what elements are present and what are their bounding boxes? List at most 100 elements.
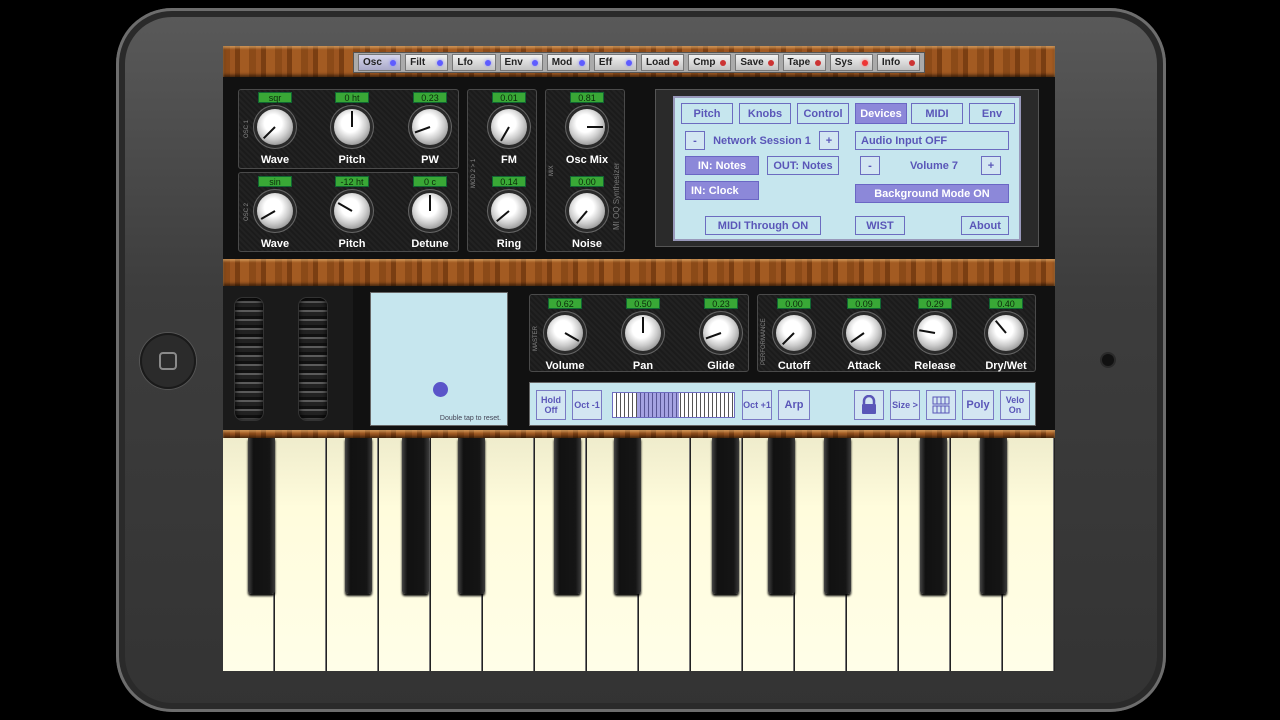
master-pan-value: 0.50 — [626, 298, 660, 309]
perf-attack-dial[interactable] — [846, 315, 882, 351]
osc1-wave-value: sqr — [258, 92, 292, 103]
arp-button[interactable]: Arp — [778, 390, 810, 420]
white-key[interactable] — [275, 438, 326, 671]
perf-attack-knob[interactable]: 0.09 Attack — [829, 298, 899, 380]
menu-mod-button[interactable]: Mod — [546, 54, 590, 71]
in-notes-button[interactable]: IN: Notes — [685, 156, 759, 175]
black-key[interactable] — [248, 438, 275, 594]
white-key[interactable] — [1003, 438, 1054, 671]
mix-noise-dial[interactable] — [569, 193, 605, 229]
menu-tape-button[interactable]: Tape — [782, 54, 826, 71]
osc2-wave-knob[interactable]: sin Wave — [240, 176, 310, 258]
osc1-wave-dial[interactable] — [257, 109, 293, 145]
octave-down-button[interactable]: Oct -1 — [572, 390, 602, 420]
home-button[interactable] — [140, 333, 196, 389]
black-key[interactable] — [345, 438, 372, 594]
perf-drywet-knob[interactable]: 0.40 Dry/Wet — [971, 298, 1041, 380]
mod-fm-dial[interactable] — [491, 109, 527, 145]
out-notes-button[interactable]: OUT: Notes — [767, 156, 839, 175]
perf-release-dial[interactable] — [917, 315, 953, 351]
white-key[interactable] — [639, 438, 690, 671]
osc2-wave-dial[interactable] — [257, 193, 293, 229]
osc1-pitch-knob[interactable]: 0 ht Pitch — [317, 92, 387, 174]
osc2-pitch-dial[interactable] — [334, 193, 370, 229]
volume-minus-button[interactable]: - — [860, 156, 880, 175]
volume-plus-button[interactable]: + — [981, 156, 1001, 175]
black-key[interactable] — [768, 438, 795, 594]
master-glide-knob[interactable]: 0.23 Glide — [686, 298, 756, 380]
mix-osc-mix-dial[interactable] — [569, 109, 605, 145]
xy-pad-cursor[interactable] — [433, 382, 448, 397]
keyboard-range-selector[interactable] — [612, 392, 735, 418]
lcd-tab-devices[interactable]: Devices — [855, 103, 907, 124]
black-key[interactable] — [920, 438, 947, 594]
perf-cutoff-knob[interactable]: 0.00 Cutoff — [759, 298, 829, 380]
pitch-wheel[interactable] — [235, 298, 263, 420]
lcd-tab-midi[interactable]: MIDI — [911, 103, 963, 124]
black-key[interactable] — [554, 438, 581, 594]
mod-ring-dial[interactable] — [491, 193, 527, 229]
osc2-detune-knob[interactable]: 0 c Detune — [395, 176, 465, 258]
lcd-tab-control[interactable]: Control — [797, 103, 849, 124]
lcd-tab-env[interactable]: Env — [969, 103, 1015, 124]
octave-up-button[interactable]: Oct +1 — [742, 390, 772, 420]
session-plus-button[interactable]: + — [819, 131, 839, 150]
keyboard-range-window[interactable] — [637, 393, 679, 417]
mix-noise-knob[interactable]: 0.00 Noise — [552, 176, 622, 258]
white-key[interactable] — [847, 438, 898, 671]
osc2-detune-dial[interactable] — [412, 193, 448, 229]
black-key[interactable] — [824, 438, 851, 594]
hold-button[interactable]: Hold Off — [536, 390, 566, 420]
midi-through-button[interactable]: MIDI Through ON — [705, 216, 821, 235]
lcd-tab-pitch[interactable]: Pitch — [681, 103, 733, 124]
perf-release-knob[interactable]: 0.29 Release — [900, 298, 970, 380]
lock-button[interactable] — [854, 390, 884, 420]
menu-osc-button[interactable]: Osc — [358, 54, 402, 71]
osc1-pitch-dial[interactable] — [334, 109, 370, 145]
menu-info-button[interactable]: Info — [876, 54, 921, 71]
mod-ring-knob[interactable]: 0.14 Ring — [474, 176, 544, 258]
black-key[interactable] — [458, 438, 485, 594]
osc1-pw-dial[interactable] — [412, 109, 448, 145]
poly-button[interactable]: Poly — [962, 390, 994, 420]
osc2-pitch-knob[interactable]: -12 ht Pitch — [317, 176, 387, 258]
about-button[interactable]: About — [961, 216, 1009, 235]
osc1-pw-knob[interactable]: 0.23 PW — [395, 92, 465, 174]
perf-cutoff-dial[interactable] — [776, 315, 812, 351]
led-indicator — [767, 59, 774, 66]
session-minus-button[interactable]: - — [685, 131, 705, 150]
master-pan-dial[interactable] — [625, 315, 661, 351]
mod-wheel[interactable] — [299, 298, 327, 420]
wist-button[interactable]: WIST — [855, 216, 905, 235]
black-key[interactable] — [614, 438, 641, 594]
menu-eff-button[interactable]: Eff — [593, 54, 638, 71]
menu-sys-button[interactable]: Sys — [829, 54, 873, 71]
menu-cmp-button[interactable]: Cmp — [688, 54, 732, 71]
master-glide-dial[interactable] — [703, 315, 739, 351]
xy-pad[interactable]: Double tap to reset. — [370, 292, 508, 426]
master-volume-dial[interactable] — [547, 315, 583, 351]
black-key[interactable] — [402, 438, 429, 594]
size-button[interactable]: Size > — [890, 390, 920, 420]
menu-lfo-button[interactable]: Lfo — [452, 54, 496, 71]
mix-osc-mix-knob[interactable]: 0.81 Osc Mix — [552, 92, 622, 174]
menu-env-button[interactable]: Env — [499, 54, 543, 71]
black-key[interactable] — [980, 438, 1007, 594]
menu-filt-button[interactable]: Filt — [405, 54, 449, 71]
led-indicator — [626, 59, 633, 66]
perf-drywet-dial[interactable] — [988, 315, 1024, 351]
osc1-wave-knob[interactable]: sqr Wave — [240, 92, 310, 174]
master-pan-knob[interactable]: 0.50 Pan — [608, 298, 678, 380]
background-mode-button[interactable]: Background Mode ON — [855, 184, 1009, 203]
lcd-tab-knobs[interactable]: Knobs — [739, 103, 791, 124]
menu-save-button[interactable]: Save — [735, 54, 779, 71]
master-volume-knob[interactable]: 0.62 Volume — [530, 298, 600, 380]
black-key[interactable] — [712, 438, 739, 594]
mod-fm-knob[interactable]: 0.01 FM — [474, 92, 544, 174]
in-clock-button[interactable]: IN: Clock — [685, 181, 759, 200]
velocity-button[interactable]: Velo On — [1000, 390, 1030, 420]
audio-input-button[interactable]: Audio Input OFF — [855, 131, 1009, 150]
keyboard-layout-button[interactable] — [926, 390, 956, 420]
menu-load-button[interactable]: Load — [641, 54, 685, 71]
white-key[interactable] — [483, 438, 534, 671]
